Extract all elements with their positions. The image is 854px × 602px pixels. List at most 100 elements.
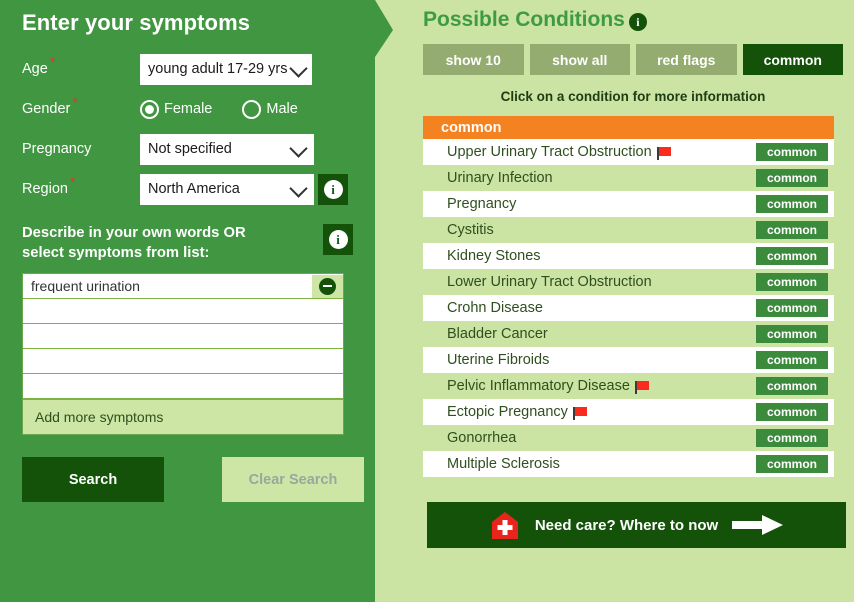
condition-row[interactable]: Ectopic Pregnancy common	[423, 399, 834, 425]
age-label: Age *	[22, 55, 140, 78]
condition-row[interactable]: Bladder Cancer common	[423, 321, 834, 347]
condition-row[interactable]: Cystitis common	[423, 217, 834, 243]
region-info-button[interactable]: i	[318, 173, 348, 205]
required-asterisk: *	[69, 173, 76, 191]
page-title-text: Possible Conditions	[423, 8, 625, 31]
condition-row[interactable]: Urinary Infection common	[423, 165, 834, 191]
red-flag-icon	[656, 146, 671, 160]
info-icon[interactable]: i	[628, 13, 647, 31]
tab-red-flags[interactable]: red flags	[636, 44, 737, 75]
gender-option-male-label: Male	[266, 101, 298, 117]
describe-info-button[interactable]: i	[323, 224, 353, 255]
condition-badge: common	[756, 143, 828, 161]
add-more-symptoms-button[interactable]: Add more symptoms	[23, 399, 343, 435]
condition-badge: common	[756, 351, 828, 369]
condition-row[interactable]: Gonorrhea common	[423, 425, 834, 451]
search-button[interactable]: Search	[22, 457, 164, 503]
age-label-text: Age	[22, 60, 48, 77]
condition-row[interactable]: Lower Urinary Tract Obstruction common	[423, 269, 834, 295]
need-care-label: Need care? Where to now	[534, 516, 719, 534]
gender-option-female[interactable]: Female	[140, 99, 212, 119]
condition-name: Pelvic Inflammatory Disease	[447, 378, 649, 394]
need-care-banner[interactable]: Need care? Where to now	[427, 502, 846, 548]
age-select[interactable]: young adult 17-29 yrs	[140, 53, 312, 85]
pregnancy-select-value: Not specified	[148, 141, 232, 157]
tab-show-10[interactable]: show 10	[423, 44, 524, 75]
condition-row[interactable]: Multiple Sclerosis common	[423, 451, 834, 477]
condition-badge: common	[756, 195, 828, 213]
conditions-list: common Upper Urinary Tract Obstruction c…	[423, 116, 834, 477]
age-row: Age * young adult 17-29 yrs	[22, 50, 375, 88]
condition-name-text: Crohn Disease	[447, 300, 543, 316]
condition-name-text: Gonorrhea	[447, 430, 517, 446]
instructions-text: Click on a condition for more informatio…	[500, 89, 766, 104]
pregnancy-select[interactable]: Not specified	[140, 133, 314, 165]
action-buttons: Search Clear Search	[22, 457, 375, 503]
symptom-row[interactable]	[23, 374, 343, 400]
age-select-value: young adult 17-29 yrs	[148, 61, 288, 77]
condition-row[interactable]: Uterine Fibroids common	[423, 347, 834, 373]
remove-symptom-button-1[interactable]	[311, 274, 343, 298]
info-icon: i	[328, 230, 348, 249]
pregnancy-label: Pregnancy	[22, 140, 92, 157]
condition-name-text: Pregnancy	[447, 196, 517, 212]
condition-badge: common	[756, 377, 828, 395]
condition-row[interactable]: Pelvic Inflammatory Disease common	[423, 373, 834, 399]
info-icon: i	[323, 179, 343, 199]
region-row: Region * North America i	[22, 170, 375, 208]
possible-conditions-panel: Possible Conditions i show 10 show all r…	[395, 0, 854, 602]
symptom-checker-app: Enter your symptoms Age * young adult 17-…	[0, 0, 854, 602]
symptom-input-1[interactable]: frequent urination	[23, 279, 311, 293]
patient-details-form: Age * young adult 17-29 yrs Gender * Femal…	[0, 50, 375, 208]
symptom-row[interactable]	[23, 349, 343, 375]
condition-row[interactable]: Crohn Disease common	[423, 295, 834, 321]
condition-name: Urinary Infection	[447, 170, 553, 186]
condition-name-text: Kidney Stones	[447, 248, 541, 264]
condition-row[interactable]: Kidney Stones common	[423, 243, 834, 269]
tab-common[interactable]: common	[742, 44, 843, 75]
required-asterisk: *	[49, 53, 56, 71]
condition-name-text: Cystitis	[447, 222, 494, 238]
region-select-value: North America	[148, 181, 240, 197]
radio-selected-icon	[140, 99, 159, 119]
condition-name: Lower Urinary Tract Obstruction	[447, 274, 652, 290]
condition-name-text: Upper Urinary Tract Obstruction	[447, 144, 652, 160]
condition-name-text: Uterine Fibroids	[447, 352, 550, 368]
condition-badge: common	[756, 169, 828, 187]
panel-title: Enter your symptoms	[22, 10, 251, 35]
condition-badge: common	[756, 221, 828, 239]
condition-name: Cystitis	[447, 222, 494, 238]
condition-name-text: Lower Urinary Tract Obstruction	[447, 274, 652, 290]
gender-label: Gender *	[22, 95, 140, 118]
condition-badge: common	[756, 455, 828, 473]
symptom-entry-panel: Enter your symptoms Age * young adult 17-…	[0, 0, 375, 602]
clear-search-button[interactable]: Clear Search	[222, 457, 364, 503]
condition-row[interactable]: Upper Urinary Tract Obstruction common	[423, 139, 834, 165]
condition-row[interactable]: Pregnancy common	[423, 191, 834, 217]
condition-name-text: Bladder Cancer	[447, 326, 548, 342]
region-select[interactable]: North America	[140, 173, 314, 205]
condition-badge: common	[756, 299, 828, 317]
condition-name-text: Multiple Sclerosis	[447, 456, 560, 472]
condition-name: Ectopic Pregnancy	[447, 404, 587, 420]
condition-name: Uterine Fibroids	[447, 352, 549, 368]
conditions-section-header: common	[423, 116, 834, 139]
arrow-right-icon	[732, 515, 784, 535]
symptom-row[interactable]	[23, 324, 343, 350]
gender-option-male[interactable]: Male	[242, 99, 298, 119]
region-label: Region *	[22, 175, 140, 198]
chevron-down-icon	[289, 139, 308, 158]
red-flag-icon	[634, 380, 649, 394]
hospital-icon	[491, 512, 518, 539]
condition-name: Upper Urinary Tract Obstruction	[447, 144, 671, 160]
symptom-row[interactable]	[23, 299, 343, 325]
required-asterisk: *	[72, 93, 79, 111]
tab-show-all[interactable]: show all	[529, 44, 630, 75]
condition-name: Bladder Cancer	[447, 326, 548, 342]
condition-name-text: Urinary Infection	[447, 170, 553, 186]
condition-name: Kidney Stones	[447, 248, 541, 264]
symptom-row[interactable]: frequent urination	[23, 274, 343, 300]
condition-badge: common	[756, 273, 828, 291]
red-flag-icon	[572, 406, 587, 420]
condition-name: Pregnancy	[447, 196, 516, 212]
